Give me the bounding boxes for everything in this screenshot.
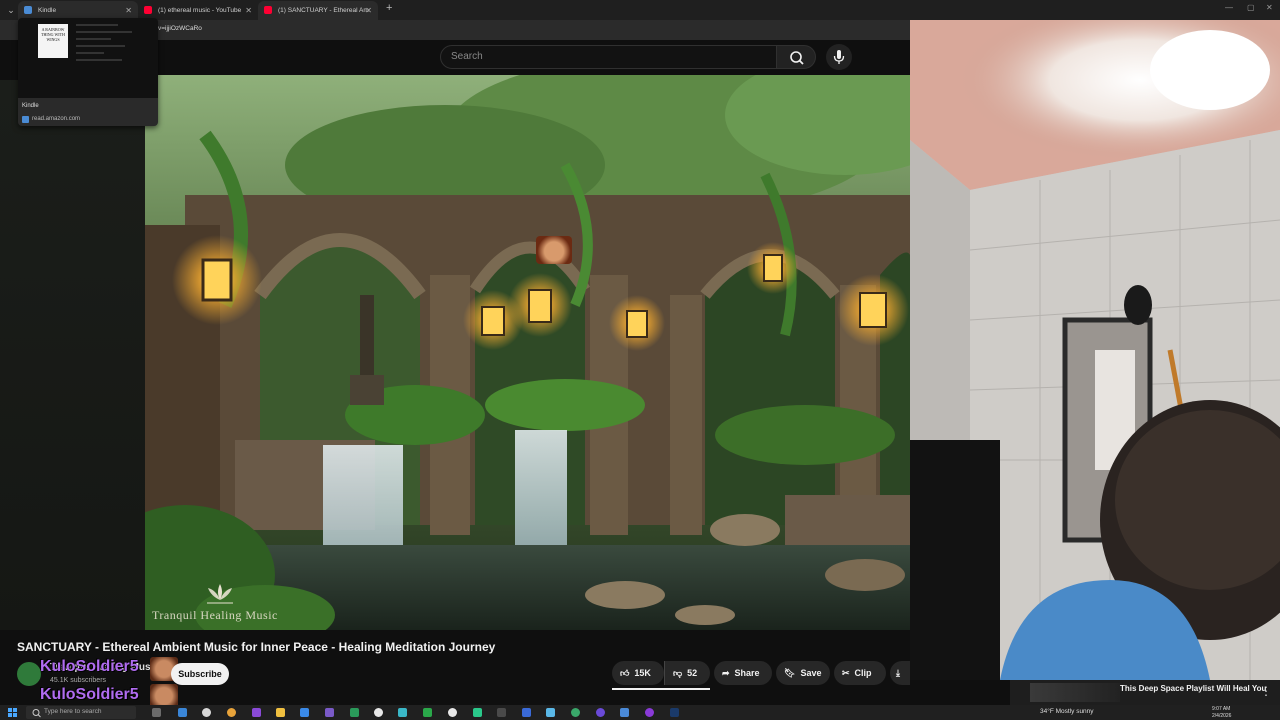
clip-button[interactable]: ✂ Clip (834, 661, 886, 685)
like-ratio-fill (612, 688, 710, 690)
share-icon: ➦ (722, 668, 730, 678)
url-text: v=ijjiOzWCaRo (158, 25, 202, 32)
playlist-notification[interactable]: This Deep Space Playlist Will Heal You ⋮ (1010, 680, 1280, 705)
video-watermark: Tranquil Healing Music (152, 608, 278, 622)
steam-icon[interactable] (670, 708, 679, 717)
clip-label: Clip (854, 668, 872, 678)
taskbar-app-icon[interactable] (423, 708, 432, 717)
scissors-icon: ✂ (842, 668, 850, 678)
taskbar-app-icon[interactable] (350, 708, 359, 717)
taskbar-app-icon[interactable] (522, 708, 531, 717)
tab-youtube-search[interactable]: (1) ethereal music - YouTube ✕ (138, 1, 258, 20)
search-input[interactable]: Search (440, 45, 778, 69)
windows-taskbar: Type here to search 34°F Mostly sunny 9:… (0, 705, 1280, 720)
weather-widget[interactable]: 34°F Mostly sunny (1040, 708, 1094, 715)
tab-list-chevron-icon[interactable]: ⌄ (4, 3, 18, 17)
minimize-icon[interactable]: — (1225, 3, 1233, 12)
taskbar-app-icon[interactable] (252, 708, 261, 717)
search-icon (790, 51, 804, 65)
download-icon: ⤓ (896, 668, 900, 678)
taskbar-app-icon[interactable] (448, 708, 457, 717)
like-button[interactable]: 👍︎ 15K (612, 661, 664, 685)
like-count: 15K (634, 668, 651, 678)
tab-title: (1) ethereal music - YouTube (158, 7, 242, 14)
tab-youtube-video[interactable]: (1) SANCTUARY - Ethereal Am ✕ (258, 1, 378, 20)
like-ratio-bar (612, 688, 710, 690)
kindle-favicon-icon (22, 116, 29, 123)
stream-overlay-username: KuloSoldier5 (40, 686, 139, 703)
save-label: Save (800, 668, 822, 678)
file-explorer-icon[interactable] (276, 708, 285, 717)
youtube-favicon-icon (144, 6, 152, 14)
video-title: SANCTUARY - Ethereal Ambient Music for I… (17, 640, 496, 654)
bookmark-icon: 🔖︎ (784, 668, 796, 678)
preview-title: Kindle (22, 103, 39, 109)
voice-search-button[interactable] (826, 44, 852, 70)
taskbar-app-icon[interactable] (398, 708, 407, 717)
preview-thumbnail: A RAINBOW THING WITH WINGS (18, 18, 158, 98)
webcam-image (910, 20, 1280, 680)
taskbar-app-icon[interactable] (546, 708, 555, 717)
clock-time[interactable]: 9:07 AM (1212, 706, 1230, 712)
taskbar-app-icon[interactable] (374, 708, 383, 717)
microphone-icon (833, 50, 845, 64)
video-frame-image (145, 75, 910, 630)
taskbar-search-placeholder: Type here to search (44, 708, 102, 715)
taskbar-app-icon[interactable] (300, 708, 309, 717)
lotus-logo-icon (207, 584, 233, 604)
video-player[interactable] (145, 75, 910, 630)
new-tab-button[interactable]: + (386, 2, 392, 14)
taskbar-app-icon[interactable] (571, 708, 580, 717)
tab-title: Kindle (38, 7, 57, 14)
clock-date[interactable]: 2/4/2026 (1212, 713, 1231, 719)
taskbar-app-icon[interactable] (497, 708, 506, 717)
browser-tab-strip: ⌄ Kindle ✕ (1) ethereal music - YouTube … (0, 0, 1280, 20)
search-placeholder: Search (451, 51, 483, 62)
dislike-button[interactable]: 👎︎ 52 (664, 661, 710, 685)
preview-site: read.amazon.com (22, 116, 81, 123)
tab-title: (1) SANCTUARY - Ethereal Am (278, 7, 369, 14)
share-label: Share (734, 668, 760, 678)
taskbar-app-icon[interactable] (645, 708, 654, 717)
taskbar-app-icon[interactable] (473, 708, 482, 717)
windows-start-icon[interactable] (8, 708, 17, 717)
save-button[interactable]: 🔖︎ Save (776, 661, 830, 685)
search-icon (32, 709, 41, 718)
search-button[interactable] (776, 45, 816, 69)
channel-avatar[interactable] (17, 662, 41, 686)
chrome-icon[interactable] (227, 708, 236, 717)
thumbs-up-icon: 👍︎ (620, 668, 630, 678)
taskbar-app-icon[interactable] (202, 708, 211, 717)
streamer-emote-overlay (536, 236, 572, 264)
maximize-icon[interactable]: ▢ (1247, 3, 1255, 12)
close-tab-icon[interactable]: ✕ (365, 1, 372, 20)
notification-text: This Deep Space Playlist Will Heal You (1120, 684, 1267, 693)
channel-subscriber-count: 45.1K subscribers (50, 677, 107, 684)
share-button[interactable]: ➦ Share (714, 661, 772, 685)
kindle-favicon-icon (24, 6, 32, 14)
stream-overlay-username: KuloSoldier5 (40, 658, 139, 675)
preview-text-lines (76, 24, 146, 84)
taskbar-app-icon[interactable] (325, 708, 334, 717)
thumbs-down-icon: 👎︎ (673, 668, 683, 678)
dislike-count: 52 (687, 668, 698, 678)
tab-hover-preview: A RAINBOW THING WITH WINGS Kindle read.a… (18, 18, 158, 126)
webcam-feed (910, 20, 1280, 680)
more-options-icon[interactable]: ⋮ (1260, 684, 1272, 698)
taskbar-app-icon[interactable] (596, 708, 605, 717)
taskbar-app-icon[interactable] (620, 708, 629, 717)
close-tab-icon[interactable]: ✕ (245, 1, 252, 20)
notification-thumbnail (1030, 683, 1120, 702)
close-window-icon[interactable]: ✕ (1266, 3, 1273, 12)
subscribe-button[interactable]: Subscribe (171, 663, 229, 685)
download-button[interactable]: ⤓ (890, 661, 910, 685)
book-cover: A RAINBOW THING WITH WINGS (38, 24, 68, 58)
taskbar-search-input[interactable]: Type here to search (26, 706, 136, 719)
preview-site-text: read.amazon.com (32, 116, 81, 122)
youtube-favicon-icon (264, 6, 272, 14)
video-left-letterbox (0, 80, 145, 630)
taskbar-app-icon[interactable] (178, 708, 187, 717)
task-view-icon[interactable] (152, 708, 161, 717)
